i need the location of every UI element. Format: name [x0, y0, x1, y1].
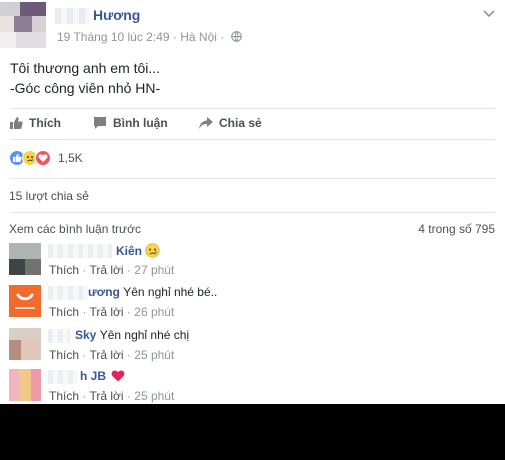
like-label: Thích: [29, 116, 61, 130]
heart-icon: [111, 370, 125, 382]
dot-separator: ·: [82, 305, 87, 319]
commenter-name-text: h JB: [80, 369, 107, 383]
view-previous-comments-link[interactable]: Xem các bình luận trước: [9, 222, 141, 236]
like-button[interactable]: Thích: [9, 116, 61, 130]
commenter-name-blur: [48, 286, 88, 300]
commenter-name-blur: [48, 244, 112, 258]
comment-button[interactable]: Bình luận: [93, 116, 168, 130]
post-card: Hương 19 Tháng 10 lúc 2:49 · Hà Nội · Tô…: [0, 0, 505, 404]
author-name[interactable]: Hương: [93, 7, 140, 23]
comment-actions: Thích · Trả lời · 27 phút: [49, 263, 174, 277]
commenter-name-blur: [48, 329, 70, 343]
dot-separator: ·: [82, 348, 87, 362]
post-timestamp[interactable]: 19 Tháng 10 lúc 2:49: [57, 30, 170, 44]
comment-reply-link[interactable]: Trả lời: [89, 305, 123, 319]
commenter-name-text: Sky: [75, 328, 97, 342]
comment-time[interactable]: 25 phút: [134, 389, 174, 403]
post-text-line: -Góc công viên nhỏ HN-: [10, 80, 161, 96]
dot-separator: ·: [126, 389, 131, 403]
post-location[interactable]: Hà Nội: [180, 30, 217, 44]
post-actions: Thích Bình luận Chia sẻ: [0, 112, 505, 138]
sad-emoji-icon: [145, 243, 160, 258]
comment-reply-link[interactable]: Trả lời: [89, 348, 123, 362]
reaction-count[interactable]: 1,5K: [58, 151, 83, 165]
commenter-name[interactable]: Sky Yên nghỉ nhé chị: [75, 328, 189, 342]
post-body: Tôi thương anh em tôi... -Góc công viên …: [10, 58, 160, 98]
comment-actions: Thích · Trả lời · 25 phút: [49, 348, 174, 362]
author-avatar[interactable]: [0, 2, 46, 48]
dot-separator: ·: [126, 348, 131, 362]
thumbs-up-icon: [10, 117, 23, 129]
dot-separator: ·: [126, 305, 131, 319]
comment-time[interactable]: 27 phút: [134, 263, 174, 277]
comment-reply-link[interactable]: Trả lời: [89, 389, 123, 403]
share-count-link[interactable]: 15 lượt chia sẻ: [9, 189, 89, 203]
commenter-name[interactable]: ương Yên nghỉ nhé bé..: [88, 285, 217, 299]
commenter-avatar[interactable]: [9, 243, 41, 275]
meta-separator: ·: [220, 30, 225, 44]
divider: [10, 178, 495, 179]
comment-counter: 4 trong số 795: [418, 222, 495, 236]
commenter-name-text: Kiên: [116, 244, 143, 258]
meta-separator: ·: [172, 30, 177, 44]
commenter-name[interactable]: Kiên: [116, 243, 160, 258]
commenter-name[interactable]: h JB: [80, 369, 125, 383]
post-meta: 19 Tháng 10 lúc 2:49 · Hà Nội ·: [57, 30, 242, 44]
comment-time[interactable]: 26 phút: [134, 305, 174, 319]
love-icon: [35, 150, 51, 166]
share-label: Chia sẻ: [219, 116, 262, 130]
comment-like-link[interactable]: Thích: [49, 263, 79, 277]
comment-text: Yên nghỉ nhé bé..: [123, 285, 218, 299]
comment-icon: [94, 117, 106, 129]
share-button[interactable]: Chia sẻ: [199, 116, 262, 130]
divider: [10, 139, 495, 140]
divider: [10, 212, 495, 213]
comment-like-link[interactable]: Thích: [49, 348, 79, 362]
post-header: Hương 19 Tháng 10 lúc 2:49 · Hà Nội ·: [0, 0, 505, 50]
comment-reply-link[interactable]: Trả lời: [89, 263, 123, 277]
commenter-name-blur: [48, 370, 78, 384]
commenter-avatar[interactable]: [9, 285, 41, 317]
author-name-blur: [55, 8, 89, 24]
dot-separator: ·: [82, 389, 87, 403]
comment-item: Sky Yên nghỉ nhé chị Thích · Trả lời · 2…: [0, 328, 505, 368]
reaction-summary[interactable]: 1,5K: [9, 150, 83, 166]
comment-item: Kiên Thích · Trả lời · 27 phút: [0, 243, 505, 283]
comment-actions: Thích · Trả lời · 25 phút: [49, 389, 174, 403]
globe-icon: [230, 31, 242, 42]
comment-time[interactable]: 25 phút: [134, 348, 174, 362]
comment-like-link[interactable]: Thích: [49, 389, 79, 403]
dot-separator: ·: [82, 263, 87, 277]
divider: [10, 108, 495, 109]
commenter-name-text: ương: [88, 285, 120, 299]
comment-actions: Thích · Trả lời · 26 phút: [49, 305, 174, 319]
share-arrow-icon: [199, 117, 213, 129]
comment-item: ương Yên nghỉ nhé bé.. Thích · Trả lời ·…: [0, 285, 505, 325]
chevron-down-icon[interactable]: [483, 10, 495, 18]
comment-text: Yên nghỉ nhé chị: [99, 328, 190, 342]
comment-item: h JB Thích · Trả lời · 25 phút: [0, 369, 505, 404]
commenter-avatar[interactable]: [9, 328, 41, 360]
post-text-line: Tôi thương anh em tôi...: [10, 60, 161, 76]
commenter-avatar[interactable]: [9, 369, 41, 401]
dot-separator: ·: [126, 263, 131, 277]
comment-label: Bình luận: [113, 116, 168, 130]
comment-like-link[interactable]: Thích: [49, 305, 79, 319]
